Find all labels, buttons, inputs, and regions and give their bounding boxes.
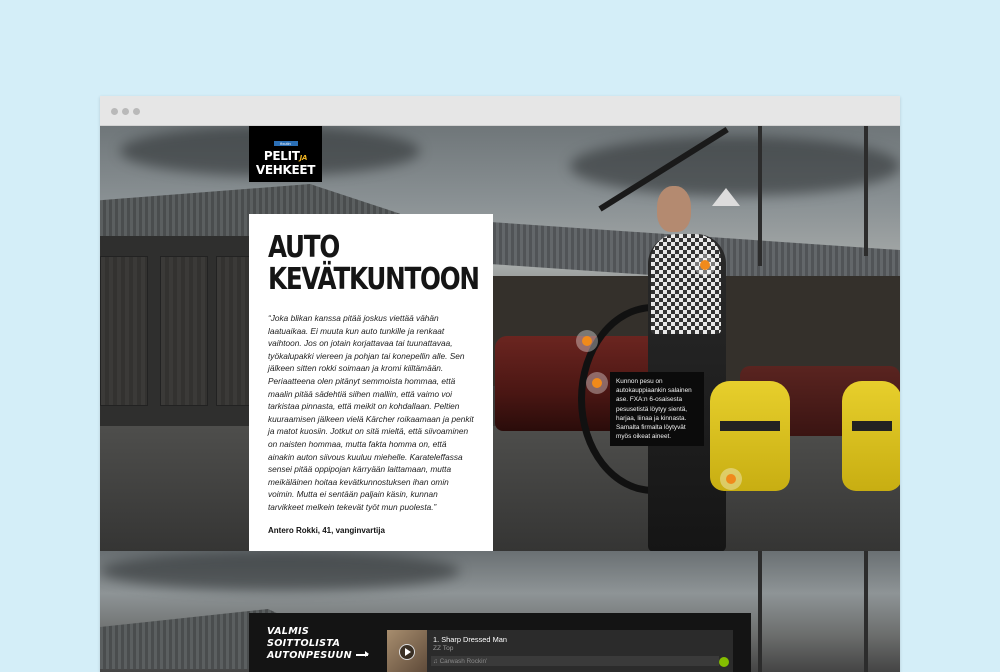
article-card: AUTO KEVÄTKUNTOON “Joka blikan kanssa pit… (249, 214, 493, 551)
browser-chrome (100, 96, 900, 126)
spotify-player[interactable]: 1. Sharp Dressed Man ZZ Top ♫ Carwash Ro… (387, 630, 733, 672)
track-artist[interactable]: ZZ Top (433, 645, 453, 652)
hotspot-icon[interactable] (694, 254, 716, 276)
hotspot-icon[interactable] (586, 372, 608, 394)
site-logo[interactable]: fixutin PELITJA VEHKEET (249, 126, 322, 182)
playlist-title-line3: AUTONPESUUN (267, 650, 352, 661)
product-tooltip: Kunnon pesu on autokauppiaankin salainen… (610, 372, 704, 447)
light-pole (758, 126, 762, 266)
garage-door (160, 256, 208, 406)
light-pole (758, 551, 762, 672)
article-title-line1: AUTO (268, 230, 340, 265)
playlist-panel: VALMIS SOITTOLISTA AUTONPESUUN 1. Sharp … (249, 613, 751, 672)
logo-word-ja: JA (299, 154, 308, 162)
checkered-shirt (651, 234, 721, 334)
logo-line1: PELITJA (249, 150, 322, 164)
article-title: AUTO KEVÄTKUNTOON (268, 232, 481, 296)
yellow-vacuum-cleaner (842, 381, 900, 491)
cloud (100, 551, 460, 591)
hotspot-icon[interactable] (576, 330, 598, 352)
spotify-icon[interactable] (719, 657, 729, 667)
article-author: Antero Rokki, 41, vanginvartija (268, 525, 385, 535)
playlist-scene: VALMIS SOITTOLISTA AUTONPESUUN 1. Sharp … (100, 551, 900, 672)
window-dot-icon (111, 108, 118, 115)
playlist-title: VALMIS SOITTOLISTA AUTONPESUUN (267, 626, 369, 662)
hotspot-icon[interactable] (720, 468, 742, 490)
article-title-line2: KEVÄTKUNTOON (268, 262, 480, 297)
logo-line2: VEHKEET (255, 163, 316, 177)
hero-scene: Kunnon pesu on autokauppiaankin salainen… (100, 126, 900, 551)
light-pole (864, 551, 868, 672)
playlist-title-line2: SOITTOLISTA (267, 638, 341, 649)
man-head (657, 186, 691, 232)
track-title[interactable]: 1. Sharp Dressed Man (433, 635, 507, 644)
garage-door (100, 256, 148, 406)
cloud (570, 136, 900, 196)
article-quote: “Joka blikan kanssa pitää joskus viettää… (268, 313, 474, 512)
light-pole (864, 126, 868, 256)
next-track-title[interactable]: ♫ Carwash Rockin' (433, 658, 487, 665)
window-dot-icon (122, 108, 129, 115)
window-dot-icon (133, 108, 140, 115)
play-icon[interactable] (399, 644, 415, 660)
arrow-right-icon (355, 652, 369, 657)
playlist-title-line1: VALMIS (267, 626, 310, 637)
browser-window: Kunnon pesu on autokauppiaankin salainen… (100, 96, 900, 672)
logo-badge: fixutin (273, 141, 298, 146)
logo-word-pelit: PELIT (263, 149, 300, 163)
